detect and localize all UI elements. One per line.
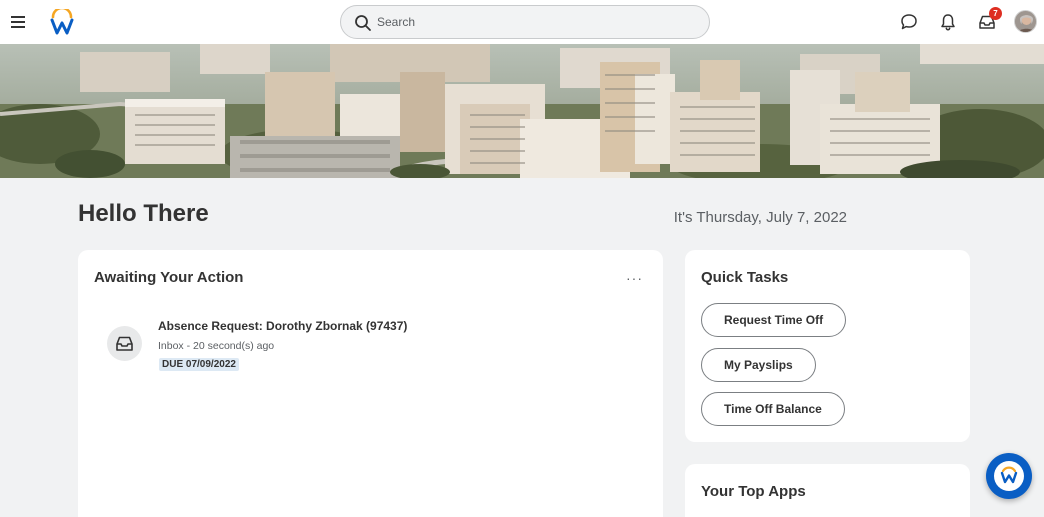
more-options-icon[interactable]: ··· (626, 271, 644, 285)
chat-bubble-icon[interactable] (899, 12, 919, 32)
assistant-button[interactable] (986, 453, 1032, 499)
due-date-badge: DUE 07/09/2022 (159, 358, 239, 371)
awaiting-action-card: Awaiting Your Action ··· Absence Request… (78, 250, 663, 517)
inbox-item-title[interactable]: Absence Request: Dorothy Zbornak (97437) (158, 319, 407, 333)
quick-tasks-card: Quick Tasks Request Time Off My Payslips… (685, 250, 970, 442)
my-payslips-button[interactable]: My Payslips (701, 348, 816, 382)
quick-tasks-title: Quick Tasks (701, 269, 789, 286)
search-icon (355, 15, 371, 31)
top-bar: 7 (0, 0, 1044, 44)
assistant-icon (994, 461, 1024, 491)
current-date: It's Thursday, July 7, 2022 (673, 209, 847, 226)
search-bar[interactable] (340, 5, 710, 39)
bell-icon[interactable] (938, 12, 958, 32)
page-title: Hello There (78, 200, 209, 227)
search-input[interactable] (377, 12, 697, 32)
top-apps-title: Your Top Apps (701, 483, 806, 500)
top-apps-card: Your Top Apps (685, 464, 970, 517)
inbox-count-badge: 7 (989, 7, 1002, 20)
inbox-item-icon (107, 326, 142, 361)
user-avatar[interactable] (1014, 10, 1037, 33)
inbox-item-subtitle: Inbox - 20 second(s) ago (158, 340, 275, 352)
menu-icon[interactable] (8, 11, 30, 33)
workday-logo[interactable] (50, 6, 74, 35)
request-time-off-button[interactable]: Request Time Off (701, 303, 847, 337)
banner-image (0, 44, 1044, 178)
awaiting-action-title: Awaiting Your Action (94, 269, 244, 286)
time-off-balance-button[interactable]: Time Off Balance (701, 392, 845, 426)
